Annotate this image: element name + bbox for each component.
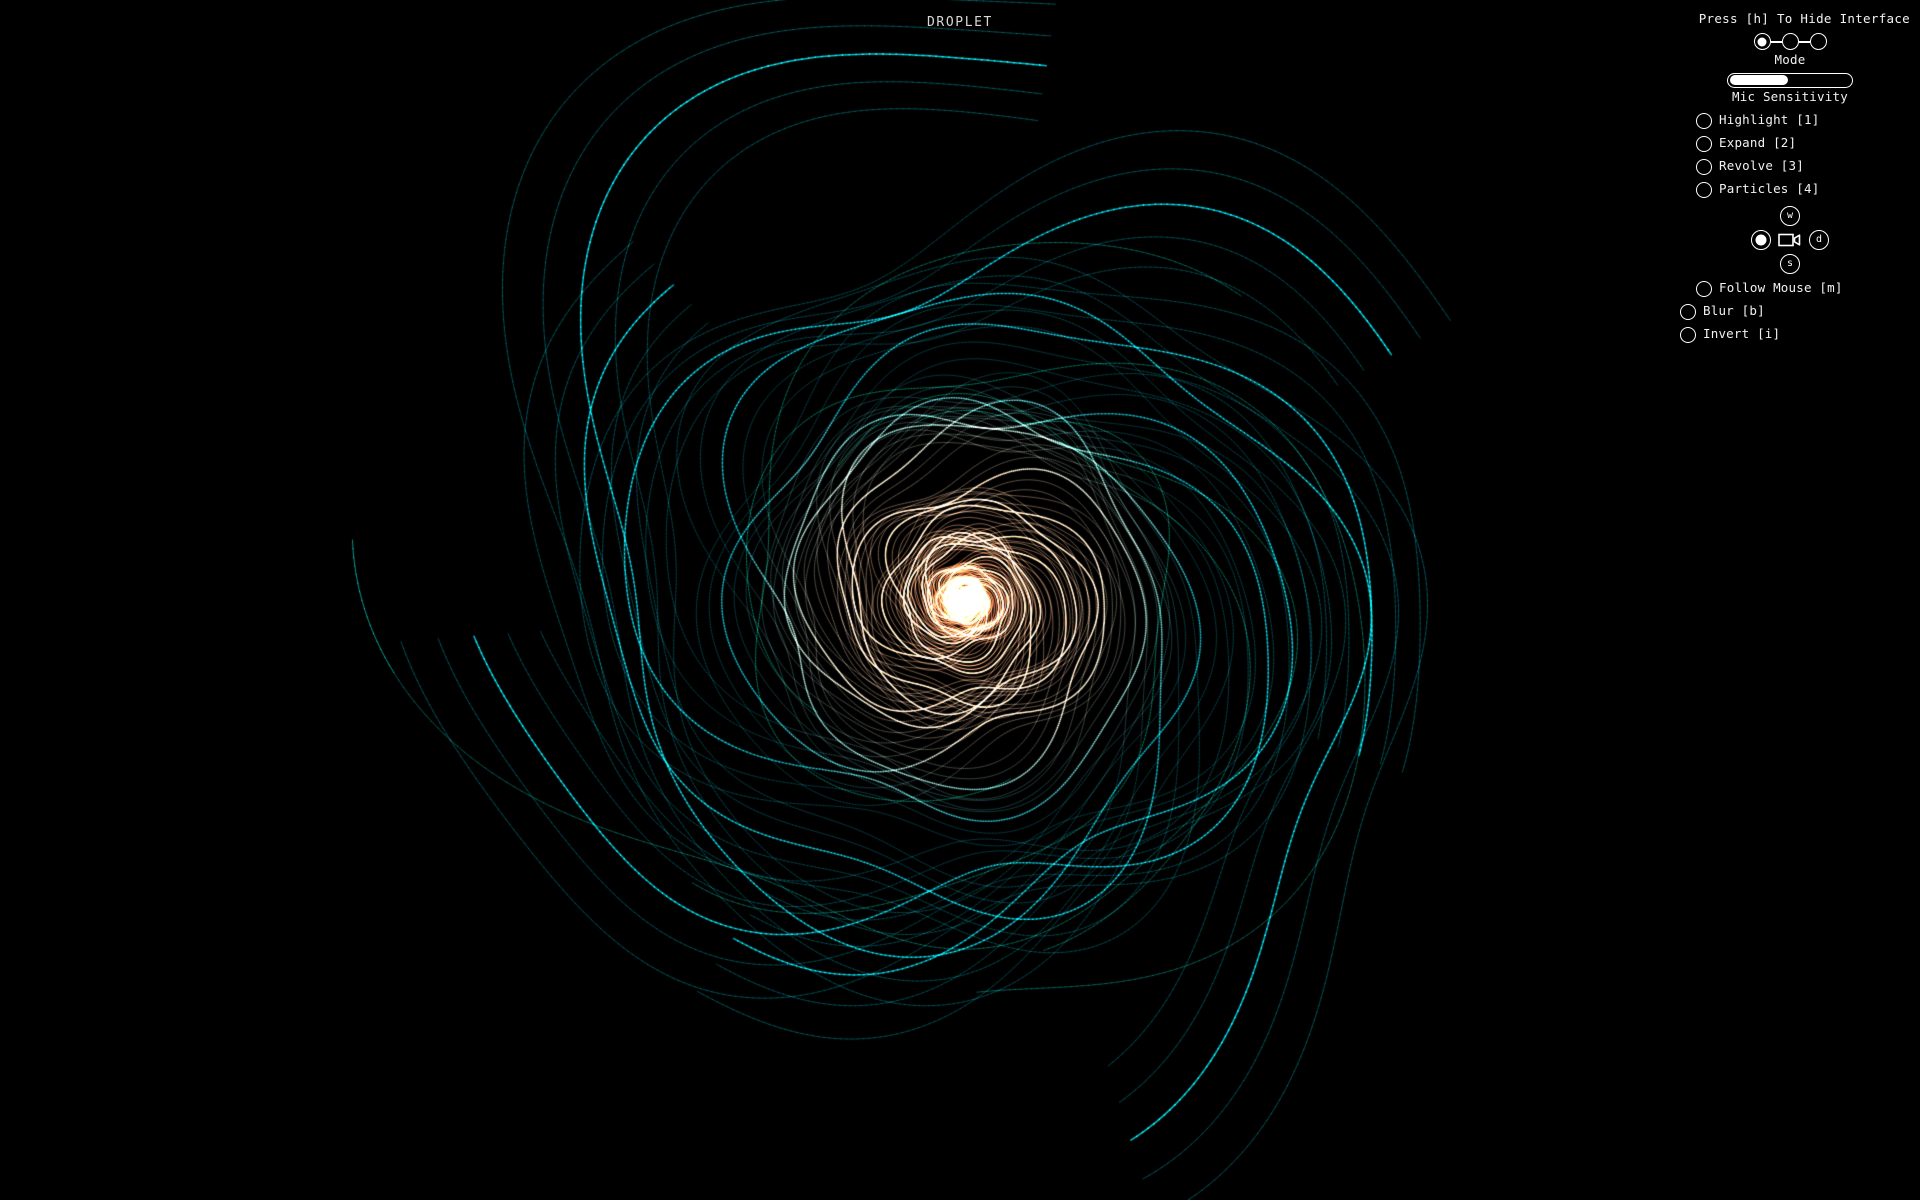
camera-key-right[interactable]: d	[1809, 230, 1829, 251]
radio-particles-icon[interactable]	[1696, 181, 1712, 198]
option-particles[interactable]: Particles [4]	[1670, 178, 1910, 201]
mode-connector-2	[1798, 41, 1810, 43]
radio-invert-icon[interactable]	[1680, 326, 1696, 343]
mic-sensitivity-slider[interactable]	[1727, 72, 1853, 88]
camera-cluster-middle-row: d	[1751, 230, 1829, 251]
radio-highlight-icon[interactable]	[1696, 112, 1712, 129]
option-expand-label: Expand [2]	[1719, 135, 1797, 151]
mic-sensitivity-slider-wrap	[1670, 72, 1910, 88]
option-follow-mouse-label: Follow Mouse [m]	[1719, 280, 1843, 296]
radio-follow-mouse-icon[interactable]	[1696, 280, 1712, 297]
option-blur[interactable]: Blur [b]	[1670, 300, 1910, 323]
radio-blur-icon[interactable]	[1680, 303, 1696, 320]
mode-dot-2[interactable]	[1781, 33, 1799, 51]
camera-key-down[interactable]: s	[1780, 254, 1800, 275]
radio-revolve-icon[interactable]	[1696, 158, 1712, 175]
camera-key-up[interactable]: w	[1780, 206, 1800, 227]
mic-sensitivity-label: Mic Sensitivity	[1732, 88, 1848, 104]
option-particles-label: Particles [4]	[1719, 181, 1820, 197]
mode-connector-1	[1770, 41, 1782, 43]
mode-label: Mode	[1774, 52, 1806, 68]
option-revolve-label: Revolve [3]	[1719, 158, 1804, 174]
camera-direction-cluster: w d s	[1670, 206, 1910, 275]
option-highlight-label: Highlight [1]	[1719, 112, 1820, 128]
app-root: DROPLET Press [h] To Hide Interface Mode…	[0, 0, 1920, 1200]
camera-key-left[interactable]	[1751, 230, 1771, 251]
option-revolve[interactable]: Revolve [3]	[1670, 155, 1910, 178]
mode-dot-1[interactable]	[1753, 33, 1771, 51]
option-expand[interactable]: Expand [2]	[1670, 132, 1910, 155]
camera-icon	[1778, 231, 1802, 249]
effect-options: Highlight [1] Expand [2] Revolve [3] Par…	[1670, 109, 1910, 346]
audio-visualization-canvas[interactable]	[0, 0, 1920, 1200]
mic-sensitivity-fill	[1729, 75, 1788, 86]
option-invert[interactable]: Invert [i]	[1670, 323, 1910, 346]
hide-interface-hint: Press [h] To Hide Interface	[1698, 11, 1910, 26]
option-highlight[interactable]: Highlight [1]	[1670, 109, 1910, 132]
mode-selector[interactable]	[1670, 33, 1910, 51]
option-follow-mouse[interactable]: Follow Mouse [m]	[1670, 277, 1910, 300]
control-panel: Press [h] To Hide Interface Mode Mic Sen…	[1670, 11, 1910, 346]
mode-dot-3[interactable]	[1809, 33, 1827, 51]
radio-expand-icon[interactable]	[1696, 135, 1712, 152]
option-blur-label: Blur [b]	[1703, 303, 1765, 319]
option-invert-label: Invert [i]	[1703, 326, 1781, 342]
